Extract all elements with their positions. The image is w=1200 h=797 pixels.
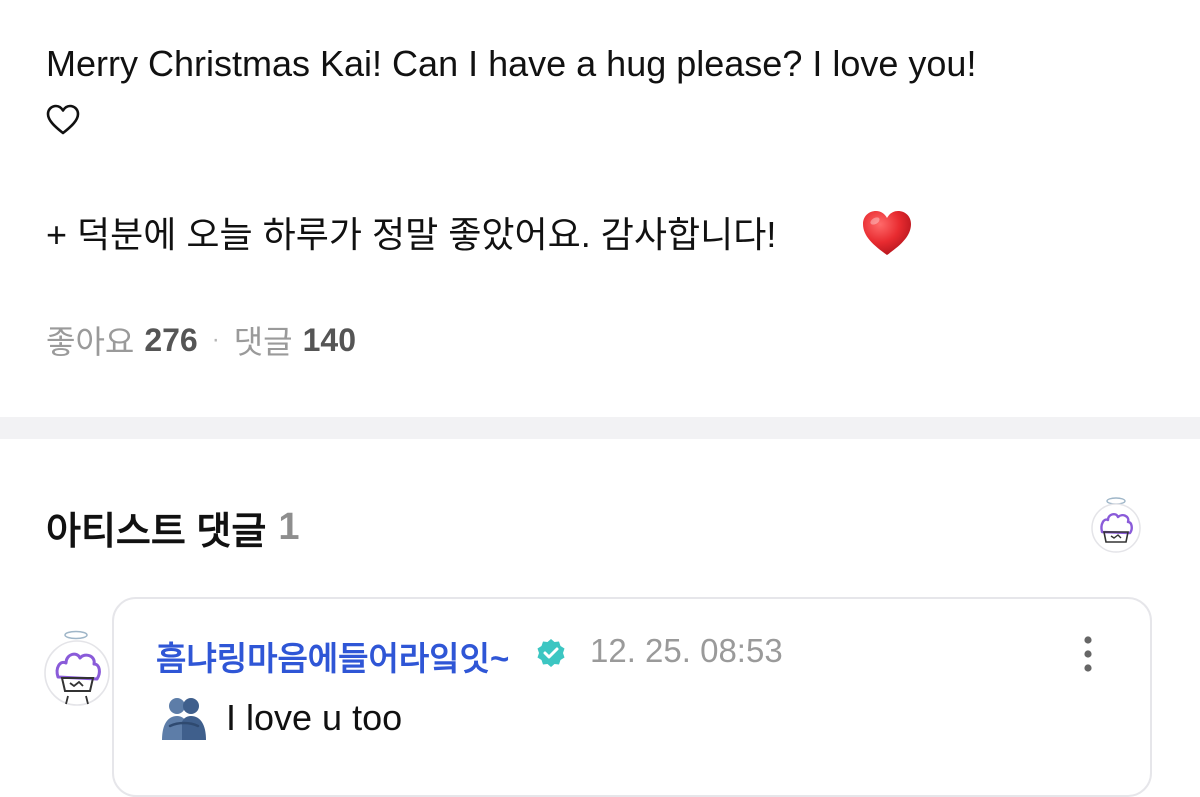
artist-comments-title: 아티스트 댓글 [46, 511, 267, 553]
heart-outline-icon [46, 104, 80, 135]
post-body: Merry Christmas Kai! Can I have a hug pl… [0, 0, 1200, 417]
comment-timestamp: 12. 25. 08:53 [590, 632, 783, 669]
comments-count[interactable]: 140 [303, 322, 356, 359]
hug-emoji [162, 698, 206, 740]
comments-label[interactable]: 댓글 [234, 317, 293, 363]
artist-avatar-icon[interactable] [1088, 494, 1144, 554]
post-text-line: + 덕분에 오늘 하루가 정말 좋았어요. 감사합니다! [46, 214, 777, 255]
commenter-avatar-icon[interactable] [44, 628, 110, 716]
comment-text: I love u too [226, 697, 403, 738]
section-divider [0, 417, 1200, 439]
likes-label[interactable]: 좋아요 [46, 317, 134, 363]
red-heart-emoji [863, 211, 911, 255]
post-stats: 좋아요 276 · 댓글 140 [46, 317, 356, 363]
verified-badge-icon [537, 639, 565, 667]
artist-comments-header: 아티스트 댓글 1 [46, 500, 299, 555]
post-text-line: Merry Christmas Kai! Can I have a hug pl… [46, 43, 977, 84]
artist-comments-count: 1 [278, 506, 300, 548]
likes-count[interactable]: 276 [144, 322, 197, 359]
stats-separator: · [211, 326, 220, 353]
more-vertical-icon[interactable] [1078, 634, 1098, 674]
commenter-nickname[interactable]: 흠냐링마음에들어라잌잇~ [156, 632, 509, 680]
